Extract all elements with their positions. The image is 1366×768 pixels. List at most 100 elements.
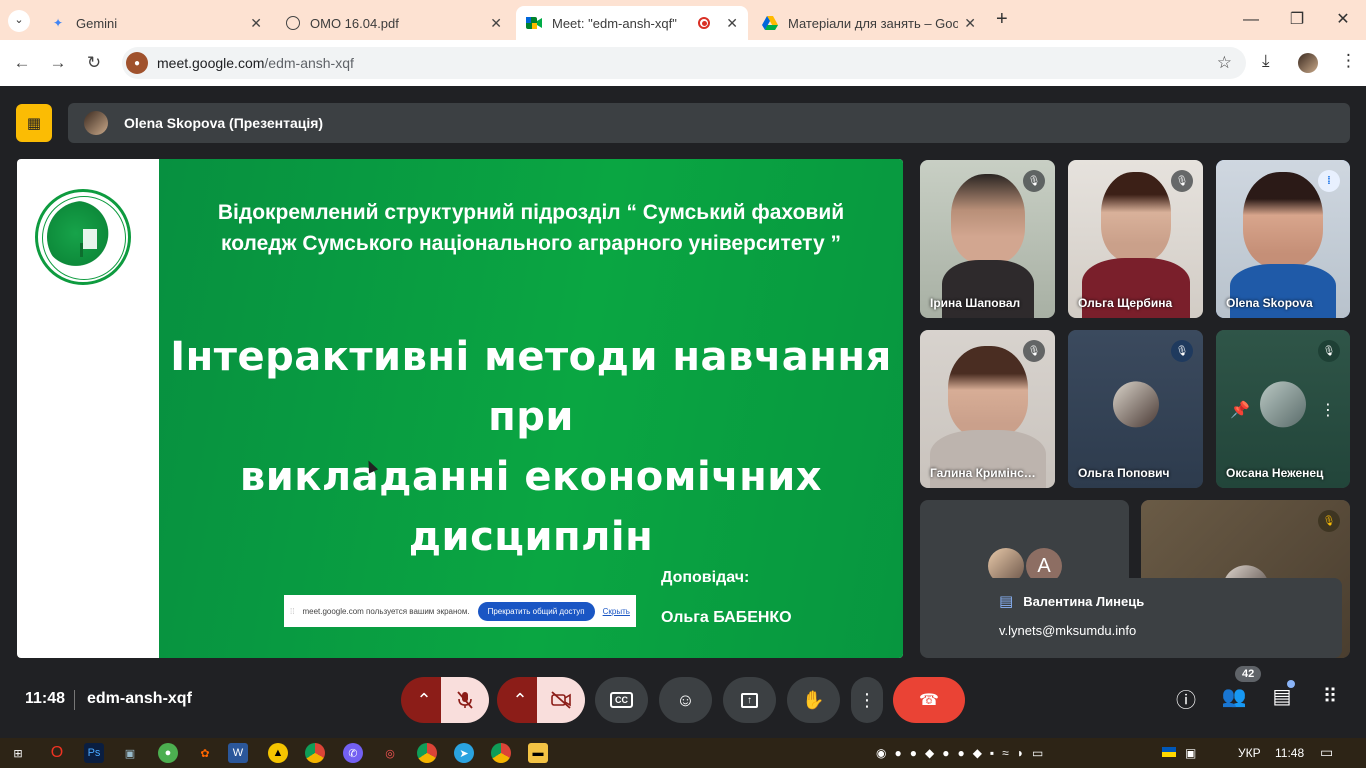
input-language[interactable]: УКР: [1238, 746, 1261, 760]
participant-name: Галина Кримінс…: [930, 466, 1036, 480]
microphone-in-use-icon[interactable]: ●: [126, 52, 148, 74]
camera-off-icon: [551, 691, 571, 709]
tab-title: Gemini: [76, 15, 118, 31]
people-icon[interactable]: 👥: [1219, 684, 1249, 709]
slide-speaker-label: Доповідач:: [661, 569, 750, 586]
browser-tab-bar: ⌄ ✦ Gemini ✕ ОМО 16.04.pdf ✕ Meet: "edm-…: [0, 0, 1366, 40]
app-icon[interactable]: ●: [158, 743, 178, 763]
app-icon[interactable]: ◎: [380, 743, 400, 763]
download-icon[interactable]: ⤓: [1262, 51, 1270, 71]
camera-toggle-button[interactable]: [537, 677, 585, 723]
windows-start-icon[interactable]: ⊞: [8, 743, 28, 763]
reload-icon[interactable]: ↻: [82, 51, 106, 75]
participant-tile-active-speaker[interactable]: ⁞ Olena Skopova: [1216, 160, 1350, 318]
app-icon[interactable]: ▲: [268, 743, 288, 763]
participant-tile[interactable]: 🎙 Ольга Щербина: [1068, 160, 1203, 318]
windows-taskbar: ⊞ O Ps ▣ ● ✿ W ▲ ✆ ◎ ➤ ▬ ◉●●◆●●◆▪≈◗▭ ▣ У…: [0, 738, 1366, 768]
captions-button[interactable]: CC: [595, 677, 648, 723]
mic-off-icon: [457, 691, 473, 709]
mic-off-icon: 🎙: [1023, 170, 1045, 192]
opera-icon[interactable]: O: [47, 743, 67, 763]
mic-off-icon: 🎙: [1171, 340, 1193, 362]
close-tab-icon[interactable]: ✕: [964, 15, 976, 32]
speaking-indicator-icon: ⁞: [1318, 170, 1340, 192]
activities-grid-icon[interactable]: ⠿: [1315, 684, 1345, 709]
close-window-icon[interactable]: ✕: [1331, 8, 1355, 32]
presentation-layout-icon[interactable]: ▦: [16, 104, 52, 142]
chat-icon[interactable]: ▤: [1267, 684, 1297, 709]
url-text: meet.google.com/edm-ansh-xqf: [157, 55, 354, 71]
hand-icon: ✋: [802, 689, 825, 710]
hang-up-icon: ☎: [919, 692, 939, 709]
notifications-icon[interactable]: ▭: [1320, 744, 1333, 761]
present-now-button[interactable]: ↑: [723, 677, 776, 723]
meeting-details-icon[interactable]: ⓘ: [1171, 684, 1201, 713]
tab-pdf[interactable]: ОМО 16.04.pdf ✕: [276, 6, 512, 40]
leave-call-button[interactable]: ☎: [893, 677, 965, 723]
mic-toggle-button[interactable]: [441, 677, 489, 723]
presenter-label: Olena Skopova (Презентація): [124, 115, 324, 131]
pin-icon[interactable]: 📌: [1230, 400, 1250, 420]
presenter-bar: Olena Skopova (Презентація): [68, 103, 1350, 143]
participant-tile[interactable]: 🎙 Галина Кримінс…: [920, 330, 1055, 488]
chevron-up-icon: ⌃: [416, 689, 432, 710]
minimize-icon[interactable]: —: [1239, 8, 1263, 32]
presentation-slide: Відокремлений структурний підрозділ “ Су…: [17, 159, 903, 658]
participant-tile[interactable]: 🎙 Ольга Попович: [1068, 330, 1203, 488]
participant-count-badge: 42: [1235, 666, 1262, 682]
telegram-icon[interactable]: ➤: [454, 743, 474, 763]
tab-title: ОМО 16.04.pdf: [310, 15, 399, 31]
more-options-button[interactable]: ⋮: [851, 677, 883, 723]
unread-chat-dot: [1287, 680, 1295, 688]
close-tab-icon[interactable]: ✕: [490, 15, 502, 32]
network-icon[interactable]: ▣: [1185, 746, 1196, 760]
meeting-code[interactable]: edm-ansh-xqf: [87, 690, 192, 708]
close-tab-icon[interactable]: ✕: [726, 15, 738, 32]
app-icon[interactable]: ▣: [120, 743, 140, 763]
tab-search-button[interactable]: ⌄: [8, 10, 30, 32]
participant-avatar: [1112, 381, 1159, 428]
system-clock[interactable]: 11:48: [1275, 746, 1304, 760]
tab-gemini[interactable]: ✦ Gemini ✕: [40, 6, 272, 40]
tab-title: Meet: "edm-ansh-xqf": [552, 15, 677, 31]
kebab-menu-icon[interactable]: ⋮: [1340, 51, 1357, 71]
app-icon[interactable]: ✿: [195, 743, 215, 763]
chrome-icon[interactable]: [417, 743, 437, 763]
photoshop-icon[interactable]: Ps: [84, 743, 104, 763]
chrome-icon[interactable]: [305, 743, 325, 763]
back-arrow-icon[interactable]: ←: [10, 51, 34, 75]
bookmark-star-icon[interactable]: ☆: [1217, 53, 1232, 73]
close-tab-icon[interactable]: ✕: [250, 15, 262, 32]
drag-grip-icon[interactable]: ⁞⁞: [290, 607, 294, 616]
tab-meet[interactable]: Meet: "edm-ansh-xqf" ✕: [516, 6, 748, 40]
tab-drive[interactable]: Матеріали для занять – Google ✕: [752, 6, 986, 40]
ukraine-flag-icon: [1162, 747, 1176, 757]
college-logo: [35, 189, 131, 285]
forward-arrow-icon[interactable]: →: [46, 51, 70, 75]
tile-more-options-icon[interactable]: ⋮: [1320, 400, 1336, 420]
meeting-clock: 11:48: [25, 690, 66, 707]
raise-hand-button[interactable]: ✋: [787, 677, 840, 723]
file-explorer-icon[interactable]: ▬: [528, 743, 548, 763]
word-icon[interactable]: W: [228, 743, 248, 763]
profile-avatar[interactable]: [1298, 53, 1318, 73]
participant-tile[interactable]: 🎙 Ірина Шаповал: [920, 160, 1055, 318]
hide-notice-link[interactable]: Скрыть: [603, 607, 630, 616]
new-tab-plus-icon[interactable]: +: [996, 8, 1008, 31]
chrome-icon[interactable]: [491, 743, 511, 763]
participant-name: Ірина Шаповал: [930, 296, 1021, 310]
chat-notification[interactable]: ▤ Валентина Линець v.lynets@mksumdu.info: [983, 578, 1342, 658]
participant-tile[interactable]: 📌 ⋮ 🎙 Оксана Неженец: [1216, 330, 1350, 488]
reactions-button[interactable]: ☺: [659, 677, 712, 723]
presenter-avatar: [84, 111, 108, 135]
chat-bubble-icon: ▤: [999, 593, 1014, 610]
participant-name: Olena Skopova: [1226, 296, 1313, 310]
address-bar[interactable]: ● meet.google.com/edm-ansh-xqf ☆: [122, 47, 1246, 79]
slide-title: Інтерактивні методи навчання при виклада…: [170, 334, 892, 560]
tab-title: Матеріали для занять – Google: [788, 15, 959, 31]
tray-icons[interactable]: ◉●●◆●●◆▪≈◗▭: [876, 746, 1051, 760]
chevron-up-icon: ⌃: [512, 689, 528, 710]
stop-sharing-button[interactable]: Прекратить общий доступ: [477, 601, 595, 621]
viber-icon[interactable]: ✆: [343, 743, 363, 763]
restore-icon[interactable]: ❐: [1285, 8, 1309, 32]
